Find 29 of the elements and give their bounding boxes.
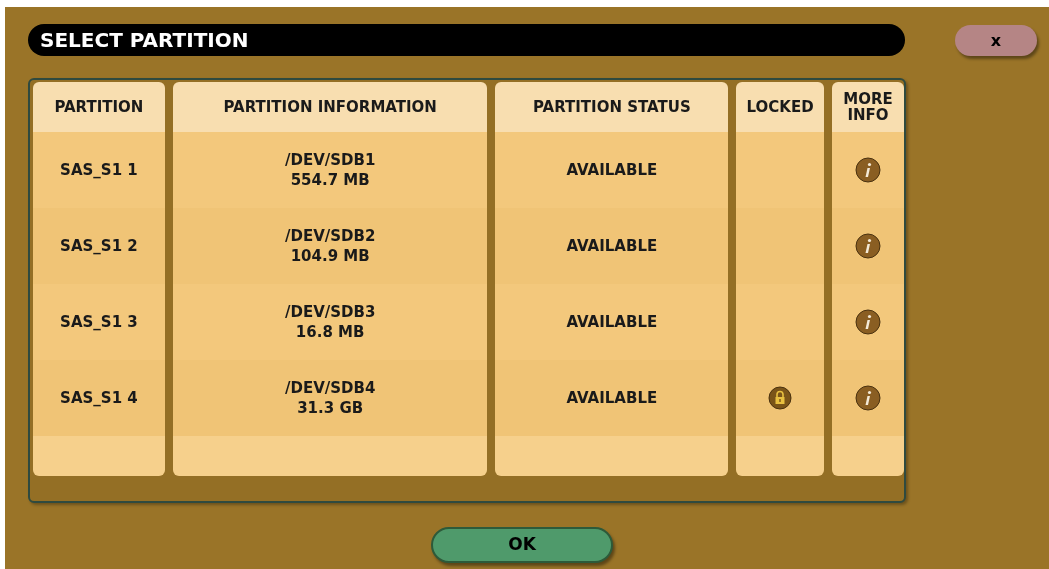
- close-button[interactable]: x: [955, 25, 1037, 56]
- column-header: PARTITION INFORMATION: [223, 99, 437, 115]
- partition-size: 16.8 MB: [295, 322, 365, 342]
- device-path: /DEV/SDB3: [284, 302, 376, 322]
- partition-name: SAS_S1 1: [60, 160, 138, 180]
- partition-size: 104.9 MB: [290, 246, 370, 266]
- partition-status: AVAILABLE: [566, 312, 658, 332]
- info-icon[interactable]: [855, 233, 882, 259]
- column-header: PARTITION: [54, 99, 144, 115]
- partition-status: AVAILABLE: [566, 160, 658, 180]
- column-header: PARTITION STATUS: [532, 99, 691, 115]
- partition-name: SAS_S1 3: [60, 312, 138, 332]
- partition-name: SAS_S1 4: [60, 388, 138, 408]
- dialog-title: SELECT PARTITION: [40, 27, 249, 54]
- device-path: /DEV/SDB2: [284, 226, 376, 246]
- partition-name: SAS_S1 2: [60, 236, 138, 256]
- partition-status: AVAILABLE: [566, 236, 658, 256]
- partition-status: AVAILABLE: [566, 388, 658, 408]
- device-path: /DEV/SDB4: [284, 378, 376, 398]
- info-icon[interactable]: [855, 385, 882, 411]
- column-header: LOCKED: [746, 99, 814, 115]
- info-icon[interactable]: [855, 309, 882, 335]
- ok-button[interactable]: OK: [431, 527, 613, 563]
- partition-size: 554.7 MB: [290, 170, 370, 190]
- device-path: /DEV/SDB1: [284, 150, 376, 170]
- partition-size: 31.3 GB: [297, 398, 364, 418]
- empty-cell: [832, 436, 904, 476]
- column-header: MORE INFO: [843, 91, 894, 123]
- info-icon[interactable]: [855, 157, 882, 183]
